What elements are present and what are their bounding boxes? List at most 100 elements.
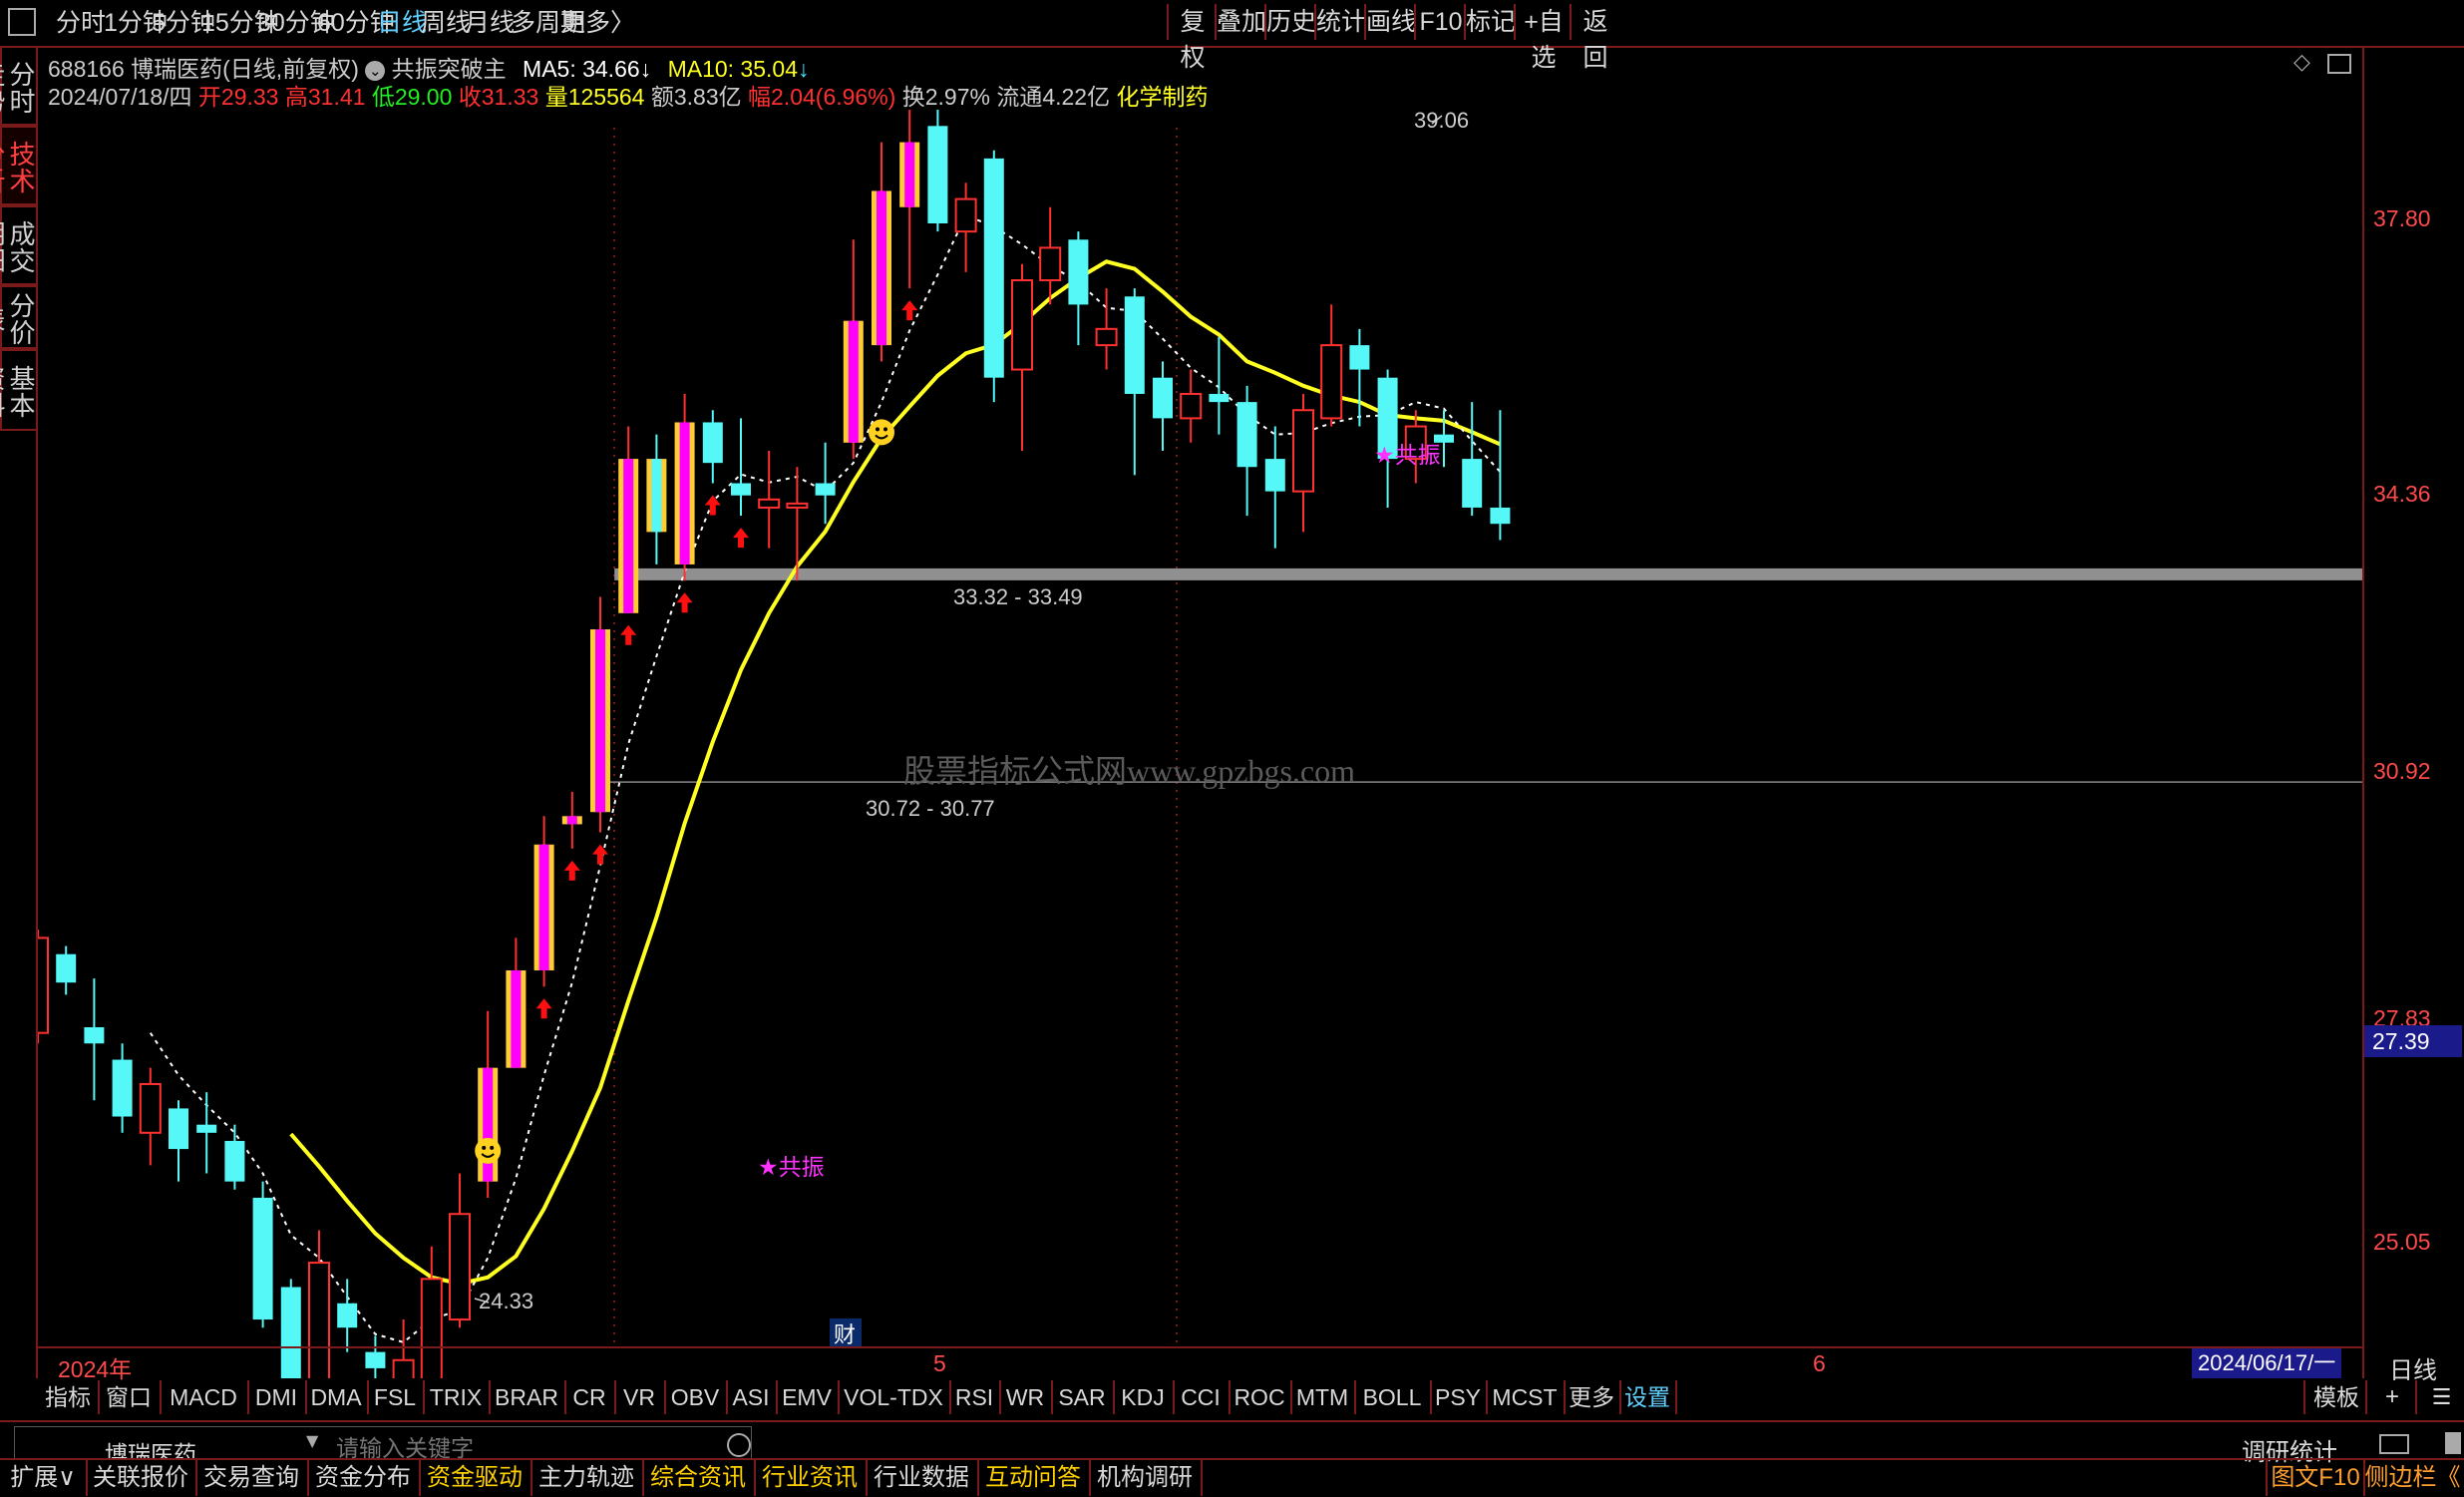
- ind-tab-boll[interactable]: BOLL: [1354, 1380, 1432, 1414]
- back-button[interactable]: 返回: [1570, 4, 1619, 72]
- tab-composite-news[interactable]: 综合资讯: [642, 1460, 756, 1496]
- ind-tab-indicator[interactable]: 指标: [38, 1380, 100, 1414]
- candle: [1068, 231, 1089, 346]
- ind-tab-wr[interactable]: WR: [999, 1380, 1053, 1414]
- side-tab-profile[interactable]: 基本资料: [0, 349, 38, 431]
- ind-tab-mcst[interactable]: MCST: [1486, 1380, 1566, 1414]
- ind-tab-sar[interactable]: SAR: [1051, 1380, 1115, 1414]
- candle: [506, 937, 527, 1068]
- tab-qa[interactable]: 互动问答: [977, 1460, 1091, 1496]
- candle-body: [449, 1213, 471, 1321]
- side-tab-technical[interactable]: 技术分析: [0, 126, 38, 205]
- ind-tab-roc[interactable]: ROC: [1229, 1380, 1292, 1414]
- f10-button[interactable]: F10: [1414, 4, 1466, 40]
- template-button[interactable]: 模板: [2303, 1380, 2367, 1414]
- side-tab-price-table[interactable]: 分价表: [0, 285, 38, 349]
- search-icon[interactable]: [727, 1433, 751, 1457]
- ind-tab-psy[interactable]: PSY: [1430, 1380, 1488, 1414]
- period-tab-monthly[interactable]: 月线: [465, 4, 515, 42]
- candle-body: [1095, 327, 1118, 347]
- expand-icon[interactable]: ☰: [2415, 1380, 2464, 1414]
- stats-button[interactable]: 统计: [1314, 4, 1366, 40]
- kline-chart[interactable]: 股票指标公式网www.gpzbgs.com 39.06 24.33 33.32 …: [38, 48, 2365, 1378]
- mark-button[interactable]: 标记: [1464, 4, 1516, 40]
- y-tick-label: 25.05: [2373, 1229, 2431, 1255]
- tab-trade-query[interactable]: 交易查询: [195, 1460, 309, 1496]
- period-tab-weekly[interactable]: 周线: [421, 4, 471, 42]
- ind-tab-mtm[interactable]: MTM: [1290, 1380, 1356, 1414]
- candle: [392, 1319, 415, 1378]
- x-axis-line: [38, 1346, 2362, 1348]
- candle-body: [1039, 246, 1062, 281]
- tab-f10-graphic[interactable]: 图文F10: [2266, 1460, 2365, 1496]
- candle-body: [196, 1124, 217, 1133]
- ind-tab-window[interactable]: 窗口: [98, 1380, 162, 1414]
- draw-line-button[interactable]: 画线: [1364, 4, 1416, 40]
- fuquan-button[interactable]: 复权: [1167, 4, 1217, 72]
- ind-tab-asi[interactable]: ASI: [726, 1380, 778, 1414]
- ind-tab-more[interactable]: 更多: [1564, 1380, 1621, 1414]
- ind-tab-dma[interactable]: DMA: [305, 1380, 369, 1414]
- side-tab-intraday[interactable]: 分时走势: [0, 46, 38, 126]
- candle-body: [169, 1108, 188, 1150]
- ind-tab-obv[interactable]: OBV: [664, 1380, 728, 1414]
- ind-tab-fsl[interactable]: FSL: [367, 1380, 425, 1414]
- candle: [1320, 304, 1343, 427]
- buy-arrow-icon: [592, 844, 608, 865]
- overlay-button[interactable]: 叠加: [1215, 4, 1266, 40]
- candle: [449, 1173, 471, 1328]
- candle: [365, 1335, 386, 1378]
- finance-marker[interactable]: 财: [834, 1322, 856, 1347]
- candle-body: [139, 1082, 162, 1134]
- layout-toggle-icon[interactable]: [2379, 1434, 2409, 1454]
- dropdown-arrow-icon[interactable]: ▼: [306, 1431, 318, 1450]
- ind-tab-dmi[interactable]: DMI: [247, 1380, 307, 1414]
- tab-sidebar[interactable]: 侧边栏《: [2361, 1460, 2464, 1496]
- candle: [1490, 410, 1511, 541]
- chart-grid: [600, 128, 2362, 1344]
- candle-body: [280, 1287, 301, 1378]
- candle: [927, 110, 948, 232]
- candle-body: [84, 1026, 105, 1044]
- scroll-thumb[interactable]: [2445, 1432, 2461, 1454]
- tab-capital-drive[interactable]: 资金驱动: [419, 1460, 532, 1496]
- y-tick-label: 37.80: [2373, 205, 2431, 231]
- add-indicator-button[interactable]: +: [2365, 1380, 2417, 1414]
- period-tab-fenshi[interactable]: 分时: [56, 4, 106, 42]
- tab-expand[interactable]: 扩展∨: [0, 1460, 88, 1496]
- ind-tab-cr[interactable]: CR: [564, 1380, 616, 1414]
- tab-related-quotes[interactable]: 关联报价: [86, 1460, 197, 1496]
- candle: [646, 434, 667, 564]
- x-label-year: 2024年: [58, 1356, 133, 1382]
- tab-industry-data[interactable]: 行业数据: [866, 1460, 979, 1496]
- history-button[interactable]: 历史: [1264, 4, 1316, 40]
- side-tab-trades[interactable]: 成交明细: [0, 205, 38, 285]
- smiley-eye: [883, 427, 887, 432]
- tab-institutional-research[interactable]: 机构调研: [1089, 1460, 1203, 1496]
- ind-tab-macd[interactable]: MACD: [160, 1380, 249, 1414]
- period-tab-more[interactable]: 更多〉: [560, 4, 635, 42]
- ind-tab-vr[interactable]: VR: [614, 1380, 666, 1414]
- y-tick-label: 34.36: [2373, 481, 2431, 507]
- ind-tab-emv[interactable]: EMV: [776, 1380, 840, 1414]
- tab-main-track[interactable]: 主力轨迹: [530, 1460, 644, 1496]
- ind-tab-vol-tdx[interactable]: VOL-TDX: [838, 1380, 951, 1414]
- candle: [139, 1067, 162, 1166]
- band-upper-label: 33.32 - 33.49: [953, 584, 1083, 609]
- tab-industry-news[interactable]: 行业资讯: [754, 1460, 868, 1496]
- ind-tab-kdj[interactable]: KDJ: [1113, 1380, 1175, 1414]
- candle-body: [1068, 239, 1089, 305]
- select-checkbox[interactable]: [8, 8, 36, 36]
- ind-tab-rsi[interactable]: RSI: [949, 1380, 1001, 1414]
- add-watchlist-button[interactable]: +自选: [1514, 4, 1572, 72]
- ind-tab-brar[interactable]: BRAR: [489, 1380, 566, 1414]
- candle: [280, 1279, 301, 1378]
- ind-tab-cci[interactable]: CCI: [1173, 1380, 1231, 1414]
- ind-tab-settings[interactable]: 设置: [1619, 1380, 1677, 1414]
- period-tab-daily[interactable]: 日线: [377, 4, 427, 42]
- ind-tab-trix[interactable]: TRIX: [423, 1380, 491, 1414]
- buy-arrow-icon: [563, 860, 580, 881]
- y-tick-label: 30.92: [2373, 758, 2431, 784]
- tab-capital-distribution[interactable]: 资金分布: [307, 1460, 421, 1496]
- search-input[interactable]: [336, 1433, 715, 1459]
